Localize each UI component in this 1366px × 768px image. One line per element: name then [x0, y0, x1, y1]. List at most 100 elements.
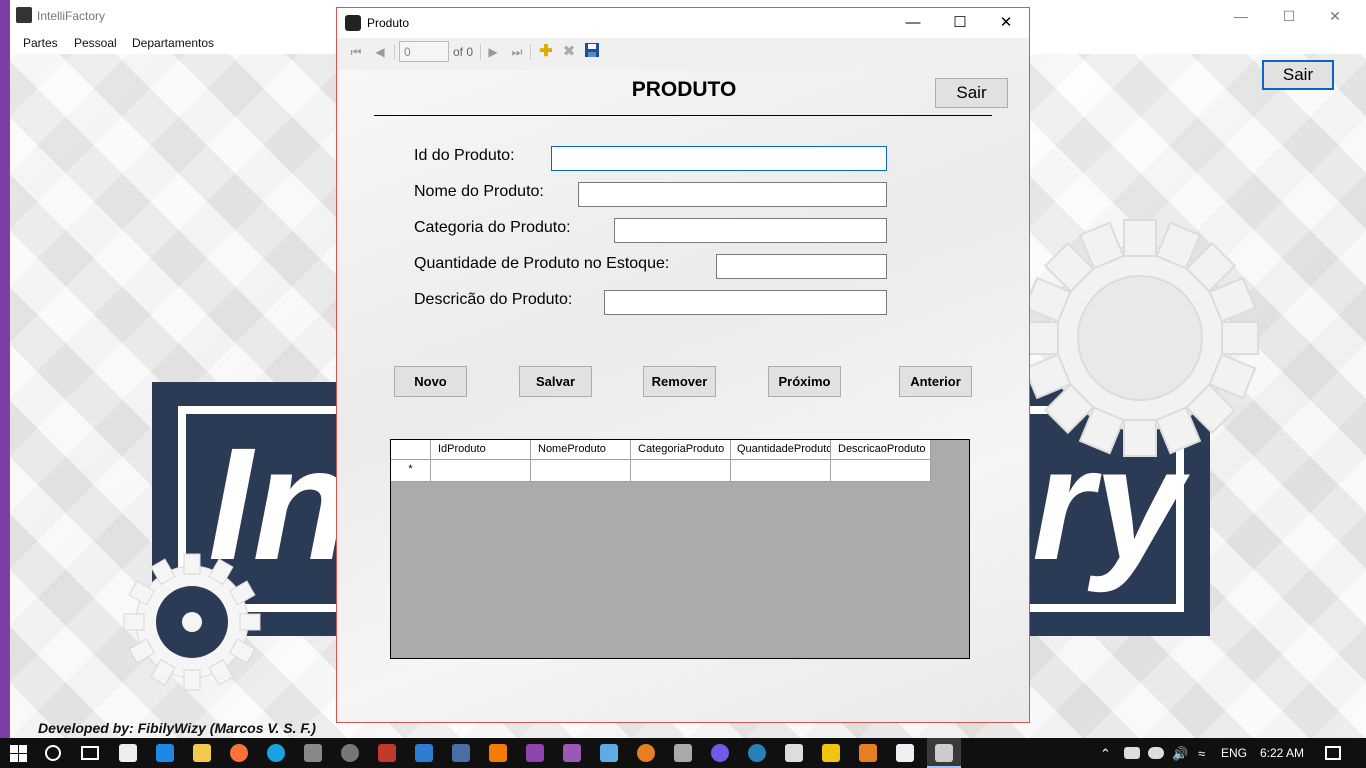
cloud-icon[interactable]: [1148, 747, 1164, 759]
grid-new-row[interactable]: *: [391, 460, 931, 482]
descricao-produto-label: Descricão do Produto:: [414, 291, 573, 308]
maximize-icon[interactable]: ☐: [1266, 4, 1312, 28]
app-icon: [16, 7, 32, 23]
navigator-separator: [394, 44, 395, 60]
app-icon[interactable]: [600, 744, 618, 762]
move-next-icon[interactable]: ▶: [484, 43, 502, 61]
language-indicator[interactable]: ENG: [1221, 746, 1247, 760]
edge-icon[interactable]: [156, 744, 174, 762]
dialog-minimize-icon[interactable]: —: [890, 11, 936, 35]
column-header-nomeproduto[interactable]: NomeProduto: [531, 440, 631, 460]
move-previous-icon[interactable]: ◀: [371, 43, 389, 61]
grid-cell[interactable]: [431, 460, 531, 482]
app-icon[interactable]: [822, 744, 840, 762]
volume-icon[interactable]: 🔊: [1172, 746, 1188, 762]
id-produto-input[interactable]: [551, 146, 887, 171]
grid-cell[interactable]: [531, 460, 631, 482]
dialog-maximize-icon[interactable]: ☐: [937, 11, 983, 35]
menu-departamentos[interactable]: Departamentos: [132, 36, 214, 50]
navigator-separator: [530, 44, 531, 60]
visual-studio-icon[interactable]: [526, 744, 544, 762]
document-icon[interactable]: [896, 744, 914, 762]
app-icon[interactable]: [304, 744, 322, 762]
battery-icon[interactable]: [1124, 747, 1140, 759]
app-icon[interactable]: [452, 744, 470, 762]
grid-corner-cell[interactable]: [391, 440, 431, 460]
dialog-titlebar: Produto — ☐ ✕: [337, 8, 1029, 38]
store-icon[interactable]: [119, 744, 137, 762]
app-icon[interactable]: [711, 744, 729, 762]
grid-cell[interactable]: [631, 460, 731, 482]
action-center-icon[interactable]: [1325, 746, 1341, 760]
task-view-icon[interactable]: [81, 746, 99, 760]
notepad-icon[interactable]: [785, 744, 803, 762]
app-icon[interactable]: [341, 744, 359, 762]
gear-large-icon: [1021, 219, 1259, 457]
sair-button[interactable]: Sair: [935, 78, 1008, 108]
main-window-title: IntelliFactory: [37, 9, 106, 23]
id-produto-label: Id do Produto:: [414, 147, 515, 164]
column-header-descricaoproduto[interactable]: DescricaoProduto: [831, 440, 931, 460]
dialog-app-icon: [345, 15, 361, 31]
column-header-quantidadeproduto[interactable]: QuantidadeProduto: [731, 440, 831, 460]
app-icon[interactable]: [748, 744, 766, 762]
app-icon[interactable]: [674, 744, 692, 762]
windows-start-icon[interactable]: [10, 745, 27, 762]
quantidade-produto-input[interactable]: [716, 254, 887, 279]
grid-cell[interactable]: [731, 460, 831, 482]
delete-icon[interactable]: ✖: [560, 43, 578, 61]
proximo-button[interactable]: Próximo: [768, 366, 841, 397]
file-explorer-icon[interactable]: [193, 744, 211, 762]
produtos-grid[interactable]: IdProduto NomeProduto CategoriaProduto Q…: [390, 439, 970, 659]
menu-partes[interactable]: Partes: [23, 36, 58, 50]
firefox-icon[interactable]: [230, 744, 248, 762]
vscode-icon[interactable]: [415, 744, 433, 762]
show-hidden-icons-icon[interactable]: ⌃: [1100, 746, 1111, 762]
dialog-title: Produto: [367, 16, 410, 30]
nome-produto-input[interactable]: [578, 182, 887, 207]
app-icon[interactable]: [637, 744, 655, 762]
position-input[interactable]: 0: [399, 41, 449, 62]
count-label: of 0: [453, 45, 474, 59]
grid-header-row: IdProduto NomeProduto CategoriaProduto Q…: [391, 440, 931, 460]
column-header-categoriaproduto[interactable]: CategoriaProduto: [631, 440, 731, 460]
categoria-produto-label: Categoria do Produto:: [414, 219, 571, 236]
move-first-icon[interactable]: ⏮: [347, 43, 365, 61]
novo-button[interactable]: Novo: [394, 366, 467, 397]
navigator-separator: [480, 44, 481, 60]
taskbar: ⌃ 🔊 ≈ ENG 6:22 AM: [0, 738, 1366, 768]
access-icon[interactable]: [378, 744, 396, 762]
search-icon[interactable]: [45, 745, 61, 761]
add-new-icon[interactable]: ✚: [537, 43, 555, 61]
categoria-produto-input[interactable]: [614, 218, 887, 243]
wifi-icon[interactable]: ≈: [1198, 746, 1205, 761]
menu-pessoal[interactable]: Pessoal: [74, 36, 117, 50]
salvar-button[interactable]: Salvar: [519, 366, 592, 397]
dialog-close-icon[interactable]: ✕: [983, 11, 1029, 35]
grid-cell[interactable]: [831, 460, 931, 482]
binding-navigator: ⏮ ◀ 0 of 0 ▶ ⏭ ✚ ✖: [337, 38, 1029, 66]
anterior-button[interactable]: Anterior: [899, 366, 972, 397]
developer-credit: Developed by: FibilyWizy (Marcos V. S. F…: [38, 720, 316, 736]
new-row-marker[interactable]: *: [391, 460, 431, 482]
descricao-produto-input[interactable]: [604, 290, 887, 315]
save-icon[interactable]: [583, 43, 601, 61]
page-title: PRODUTO: [631, 78, 737, 101]
nome-produto-label: Nome do Produto:: [414, 183, 544, 200]
remover-button[interactable]: Remover: [643, 366, 716, 397]
clock[interactable]: 6:22 AM: [1260, 746, 1304, 760]
visual-studio-icon[interactable]: [563, 744, 581, 762]
main-sair-button[interactable]: Sair: [1262, 60, 1334, 90]
close-icon[interactable]: ✕: [1312, 4, 1358, 28]
minimize-icon[interactable]: —: [1218, 4, 1264, 28]
produto-dialog: Produto — ☐ ✕ ⏮ ◀ 0 of 0 ▶ ⏭ ✚ ✖ PRODUTO…: [336, 7, 1030, 723]
media-player-icon[interactable]: [859, 744, 877, 762]
title-divider: [374, 115, 992, 116]
gear-small-icon: [123, 553, 261, 691]
quantidade-produto-label: Quantidade de Produto no Estoque:: [414, 255, 670, 272]
internet-explorer-icon[interactable]: [267, 744, 285, 762]
column-header-idproduto[interactable]: IdProduto: [431, 440, 531, 460]
intellifactory-taskbar-icon[interactable]: [935, 744, 953, 762]
app-icon[interactable]: [489, 744, 507, 762]
move-last-icon[interactable]: ⏭: [508, 43, 526, 61]
